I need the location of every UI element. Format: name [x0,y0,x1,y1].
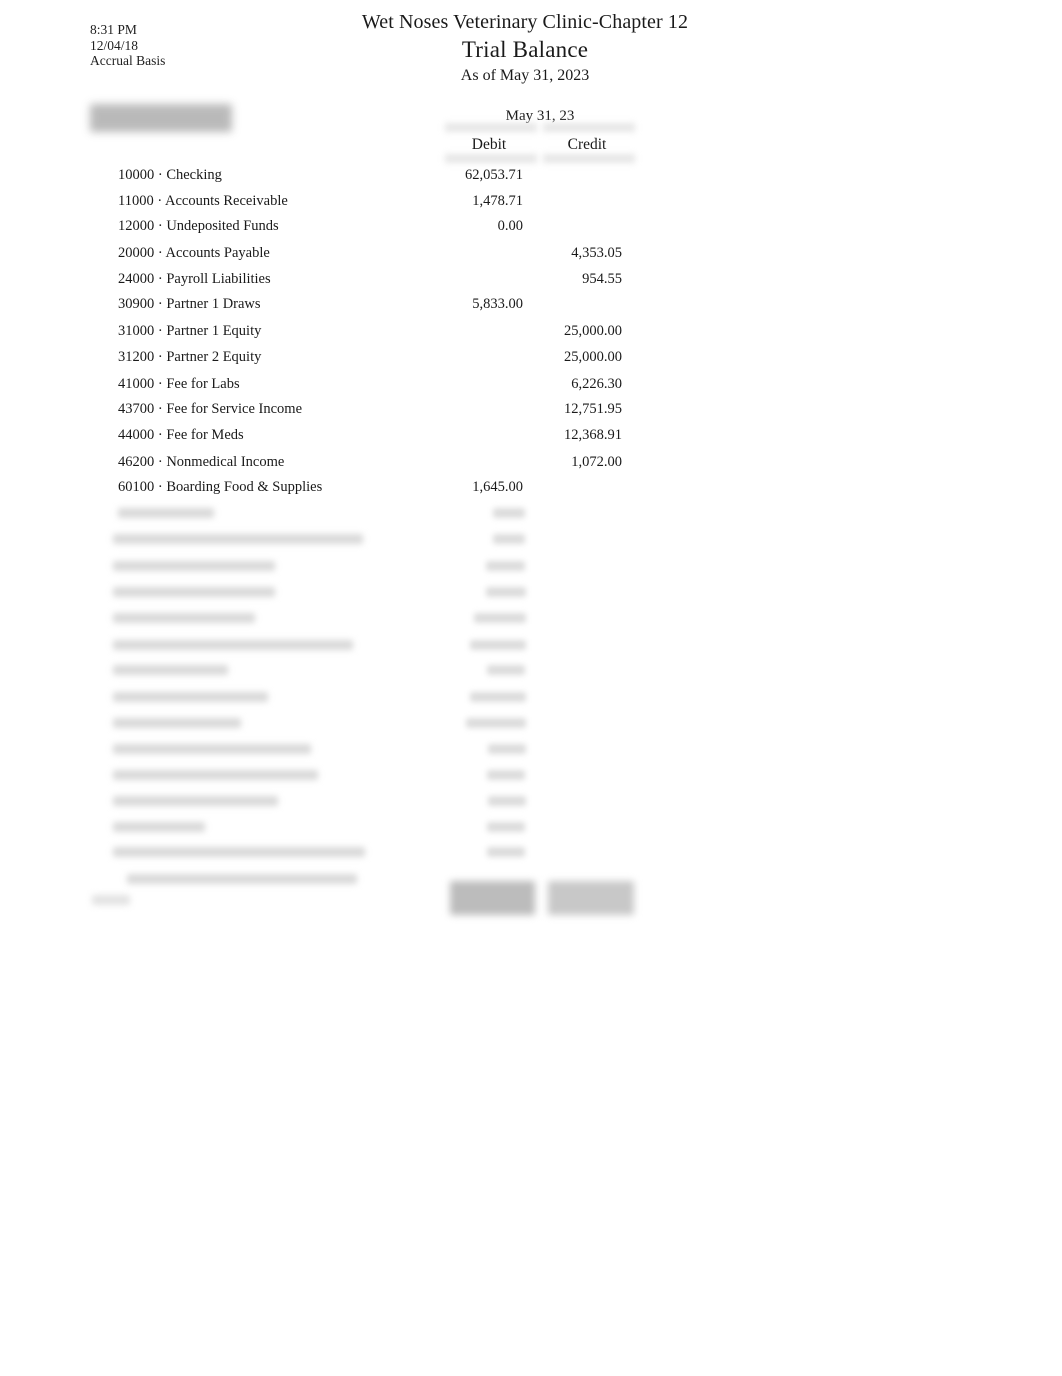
report-page: 8:31 PM 12/04/18 Accrual Basis Wet Noses… [0,0,1062,1376]
account-label: 41000 · Fee for Labs [118,376,240,392]
redacted-account-label [113,847,365,857]
credit-amount: 4,353.05 [571,245,622,261]
report-time: 8:31 PM [90,22,137,37]
credit-amount: 25,000.00 [564,323,622,339]
debit-header-band-bottom [445,154,537,163]
credit-header-band-bottom [543,154,635,163]
table-row: 41000 · Fee for Labs 6,226.30 [0,374,1062,396]
redacted-debit-amount [486,587,526,597]
debit-amount: 5,833.00 [472,296,523,312]
company-name: Wet Noses Veterinary Clinic-Chapter 12 [361,11,689,33]
account-label: 44000 · Fee for Meds [118,427,244,443]
redacted-debit-amount [486,561,525,571]
redacted-account-label [127,874,357,884]
redacted-account-label [113,534,363,544]
report-meta: 8:31 PM 12/04/18 Accrual Basis [90,22,165,69]
account-label: 31200 · Partner 2 Equity [118,349,262,365]
table-row: 43700 · Fee for Service Income 12,751.95 [0,399,1062,421]
account-label: 30900 · Partner 1 Draws [118,296,261,312]
redacted-debit-amount [470,692,526,702]
redacted-account-label [113,770,318,780]
table-row: 60100 · Boarding Food & Supplies 1,645.0… [0,477,1062,499]
account-label: 10000 · Checking [118,167,222,183]
account-label: 46200 · Nonmedical Income [118,454,285,470]
credit-amount: 954.55 [582,271,622,287]
debit-amount: 1,645.00 [472,479,523,495]
redacted-account-label [113,587,275,597]
credit-amount: 25,000.00 [564,349,622,365]
table-row: 12000 · Undeposited Funds 0.00 [0,216,1062,238]
credit-amount: 12,368.91 [564,427,622,443]
redacted-debit-amount [470,640,526,650]
redacted-debit-amount [488,744,526,754]
redacted-debit-amount [487,665,525,675]
report-titles: Wet Noses Veterinary Clinic-Chapter 12 T… [340,10,710,87]
redacted-debit-amount [493,534,525,544]
redacted-account-label [113,718,241,728]
redacted-account-label [113,744,311,754]
credit-amount: 12,751.95 [564,401,622,417]
redacted-debit-amount [487,847,525,857]
table-row: 31000 · Partner 1 Equity 25,000.00 [0,321,1062,343]
redacted-account-label [113,692,268,702]
redacted-account-label [113,796,278,806]
redacted-account-label [113,613,255,623]
redacted-account-label [113,665,228,675]
redacted-total-credit [548,881,634,915]
account-label: 31000 · Partner 1 Equity [118,323,262,339]
account-label: 12000 · Undeposited Funds [118,218,279,234]
redacted-total-label [92,895,130,905]
account-label: 11000 · Accounts Receivable [118,193,288,209]
table-row: 24000 · Payroll Liabilities 954.55 [0,269,1062,291]
table-row: 30900 · Partner 1 Draws 5,833.00 [0,294,1062,316]
report-date: 12/04/18 [90,37,139,53]
credit-amount: 6,226.30 [571,376,622,392]
account-label: 20000 · Accounts Payable [118,245,270,261]
report-basis: Accrual Basis [90,53,166,68]
redacted-header-block [90,104,232,132]
credit-header-band-top [543,123,635,132]
redacted-debit-amount [474,613,526,623]
debit-amount: 62,053.71 [465,167,523,183]
account-label: 24000 · Payroll Liabilities [118,271,271,287]
credit-column-header: Credit [567,136,607,153]
debit-column-header: Debit [471,136,507,153]
redacted-total-debit [450,881,535,915]
redacted-account-label [113,822,205,832]
debit-amount: 0.00 [497,218,523,234]
redacted-debit-amount [487,770,525,780]
table-row: 44000 · Fee for Meds 12,368.91 [0,425,1062,447]
debit-amount: 1,478.71 [472,193,523,209]
debit-header-band-top [445,123,537,132]
table-row: 31200 · Partner 2 Equity 25,000.00 [0,347,1062,369]
redacted-debit-amount [488,796,526,806]
redacted-debit-amount [487,822,525,832]
account-label: 43700 · Fee for Service Income [118,401,303,417]
redacted-account-label [113,561,275,571]
redacted-account-label [113,640,353,650]
table-row: 20000 · Accounts Payable 4,353.05 [0,243,1062,265]
report-title: Trial Balance [461,37,589,62]
table-row: 46200 · Nonmedical Income 1,072.00 [0,452,1062,474]
redacted-account-label [118,508,214,518]
redacted-debit-amount [466,718,526,728]
table-row: 10000 · Checking 62,053.71 [0,165,1062,187]
report-as-of: As of May 31, 2023 [460,67,590,84]
account-label: 60100 · Boarding Food & Supplies [118,479,323,495]
redacted-debit-amount [493,508,525,518]
table-row: 11000 · Accounts Receivable 1,478.71 [0,191,1062,213]
credit-amount: 1,072.00 [571,454,622,470]
